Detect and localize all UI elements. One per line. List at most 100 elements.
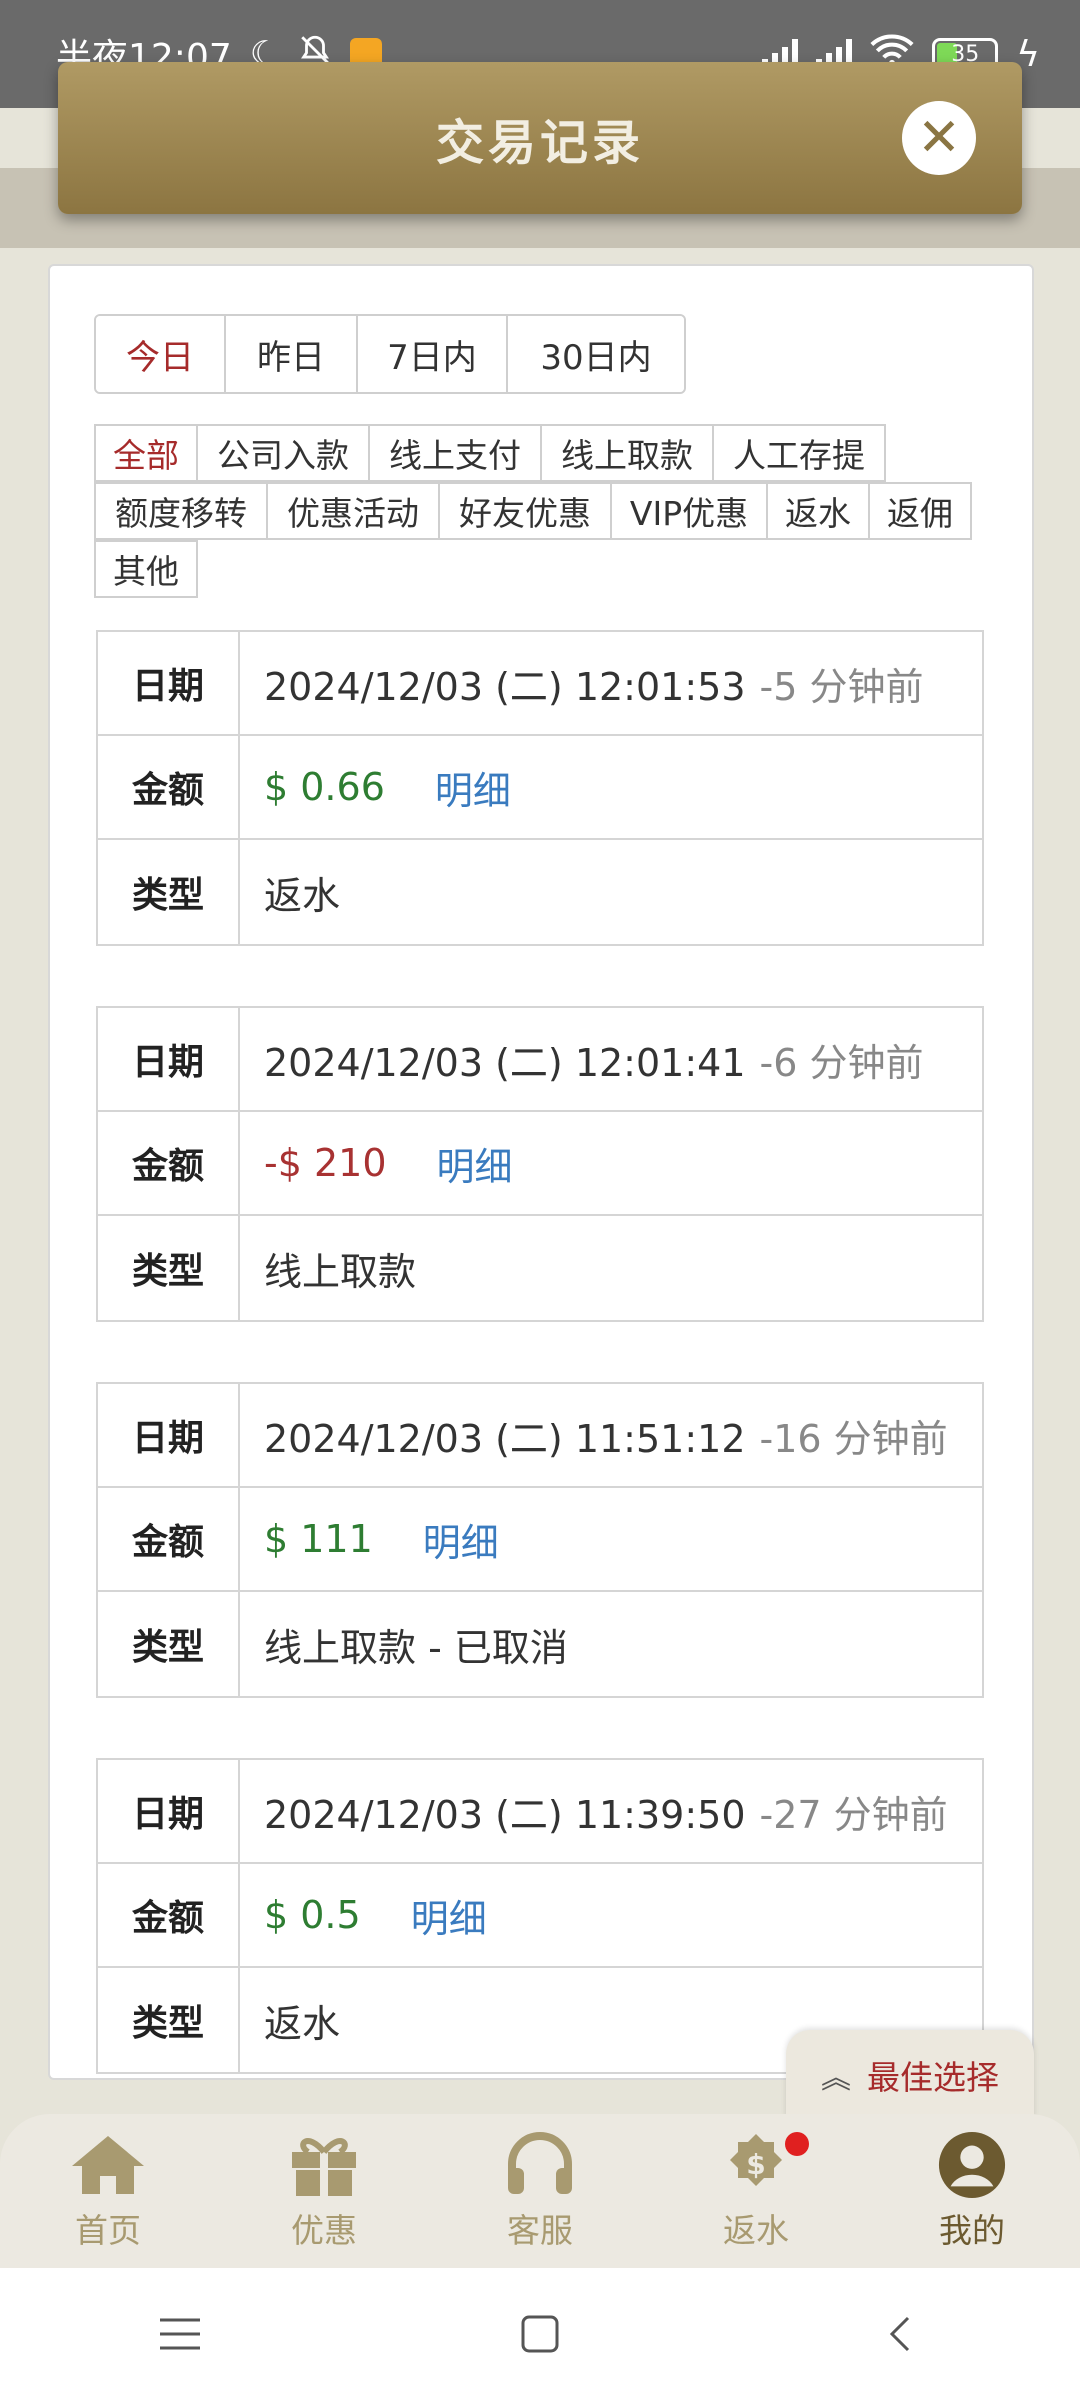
type-label: 类型 (98, 1592, 240, 1696)
rebate-icon: $ (716, 2130, 796, 2200)
record-card: 日期 2024/12/03 (二) 11:39:50 -27 分钟前 金额 $ … (96, 1758, 984, 2074)
record-date-row: 日期 2024/12/03 (二) 11:51:12 -16 分钟前 (98, 1384, 982, 1488)
nav-promotions[interactable]: 优惠 (249, 2130, 399, 2252)
tag-manual-deposit-withdrawal[interactable]: 人工存提 (712, 424, 886, 482)
square-icon (521, 2315, 559, 2353)
date-value: 2024/12/03 (二) 11:39:50 -27 分钟前 (240, 1760, 982, 1862)
record-amount: $ 111 (264, 1517, 373, 1561)
record-ago: -16 分钟前 (759, 1416, 948, 1461)
type-label: 类型 (98, 840, 240, 944)
date-label: 日期 (98, 632, 240, 734)
tag-company-deposit[interactable]: 公司入款 (196, 424, 370, 482)
date-value: 2024/12/03 (二) 12:01:41 -6 分钟前 (240, 1008, 982, 1110)
user-icon (932, 2130, 1012, 2200)
record-ago: -27 分钟前 (759, 1792, 948, 1837)
record-card: 日期 2024/12/03 (二) 12:01:53 -5 分钟前 金额 $ 0… (96, 630, 984, 946)
amount-label: 金额 (98, 1864, 240, 1966)
tag-online-payment[interactable]: 线上支付 (368, 424, 542, 482)
tab-30-days[interactable]: 30日内 (508, 316, 684, 392)
type-filter-tags: 全部 公司入款 线上支付 线上取款 人工存提 额度移转 优惠活动 好友优惠 VI… (94, 424, 994, 598)
type-label: 类型 (98, 1216, 240, 1320)
tag-friend-bonus[interactable]: 好友优惠 (438, 482, 612, 540)
record-amount-row: 金额 -$ 210 明细 (98, 1112, 982, 1216)
date-value: 2024/12/03 (二) 12:01:53 -5 分钟前 (240, 632, 982, 734)
menu-button[interactable] (140, 2304, 220, 2364)
gift-icon (284, 2130, 364, 2200)
amount-value: $ 111 明细 (240, 1488, 982, 1590)
modal-body: 今日 昨日 7日内 30日内 全部 公司入款 线上支付 线上取款 人工存提 额度… (48, 264, 1034, 2080)
record-card: 日期 2024/12/03 (二) 11:51:12 -16 分钟前 金额 $ … (96, 1382, 984, 1698)
best-choice-button[interactable]: ︽ 最佳选择 (786, 2030, 1034, 2120)
chevron-up-icon: ︽ (821, 2061, 851, 2096)
record-ago: -6 分钟前 (759, 1040, 924, 1085)
tag-vip-bonus[interactable]: VIP优惠 (610, 482, 768, 540)
detail-link[interactable]: 明细 (411, 1888, 487, 1943)
nav-home[interactable]: 首页 (33, 2130, 183, 2252)
nav-rebate[interactable]: $ 返水 (681, 2130, 831, 2252)
date-label: 日期 (98, 1760, 240, 1862)
record-date-row: 日期 2024/12/03 (二) 12:01:41 -6 分钟前 (98, 1008, 982, 1112)
best-choice-label: 最佳选择 (867, 2058, 999, 2097)
record-amount: $ 0.66 (264, 765, 385, 809)
tag-online-withdrawal[interactable]: 线上取款 (540, 424, 714, 482)
home-button[interactable] (500, 2304, 580, 2364)
nav-label: 我的 (939, 2211, 1005, 2250)
headset-icon (500, 2130, 580, 2200)
close-icon: ✕ (917, 108, 961, 168)
home-icon (68, 2130, 148, 2200)
tag-row: 额度移转 优惠活动 好友优惠 VIP优惠 返水 返佣 (94, 482, 994, 540)
record-type: 线上取款 (264, 1249, 417, 1294)
record-amount-row: 金额 $ 0.66 明细 (98, 736, 982, 840)
tag-credit-transfer[interactable]: 额度移转 (94, 482, 268, 540)
amount-label: 金额 (98, 1112, 240, 1214)
bottom-nav: 首页 优惠 客服 $ 返水 我的 (0, 2114, 1080, 2268)
record-amount: -$ 210 (264, 1141, 387, 1185)
system-nav-bar (0, 2268, 1080, 2400)
nav-profile[interactable]: 我的 (897, 2130, 1047, 2252)
date-filter-tabs: 今日 昨日 7日内 30日内 (94, 314, 686, 394)
tag-commission[interactable]: 返佣 (868, 482, 972, 540)
record-type: 线上取款 - 已取消 (264, 1625, 568, 1670)
date-label: 日期 (98, 1008, 240, 1110)
amount-value: $ 0.5 明细 (240, 1864, 982, 1966)
record-date: 2024/12/03 (二) 12:01:41 (264, 1040, 746, 1085)
record-type-row: 类型 线上取款 (98, 1216, 982, 1320)
date-label: 日期 (98, 1384, 240, 1486)
modal-title: 交易记录 (435, 115, 644, 171)
tag-promotion[interactable]: 优惠活动 (266, 482, 440, 540)
nav-support[interactable]: 客服 (465, 2130, 615, 2252)
type-label: 类型 (98, 1968, 240, 2072)
tag-all[interactable]: 全部 (94, 424, 198, 482)
detail-link[interactable]: 明细 (437, 1136, 513, 1191)
record-card: 日期 2024/12/03 (二) 12:01:41 -6 分钟前 金额 -$ … (96, 1006, 984, 1322)
record-type-row: 类型 返水 (98, 840, 982, 944)
nav-label: 优惠 (291, 2211, 357, 2250)
record-date-row: 日期 2024/12/03 (二) 12:01:53 -5 分钟前 (98, 632, 982, 736)
menu-icon (160, 2318, 200, 2350)
record-amount-row: 金额 $ 111 明细 (98, 1488, 982, 1592)
record-type: 返水 (264, 873, 341, 918)
nav-label: 首页 (75, 2211, 141, 2250)
record-date: 2024/12/03 (二) 12:01:53 (264, 664, 746, 709)
detail-link[interactable]: 明细 (435, 760, 511, 815)
record-ago: -5 分钟前 (759, 664, 924, 709)
tab-today[interactable]: 今日 (96, 316, 226, 392)
back-button[interactable] (860, 2304, 940, 2364)
amount-label: 金额 (98, 1488, 240, 1590)
notification-badge (785, 2132, 809, 2156)
close-button[interactable]: ✕ (902, 101, 976, 175)
record-date: 2024/12/03 (二) 11:51:12 (264, 1416, 746, 1461)
detail-link[interactable]: 明细 (423, 1512, 499, 1567)
tab-7-days[interactable]: 7日内 (358, 316, 508, 392)
amount-label: 金额 (98, 736, 240, 838)
modal-header: 交易记录 ✕ (58, 62, 1022, 214)
record-date: 2024/12/03 (二) 11:39:50 (264, 1792, 746, 1837)
record-type-row: 类型 线上取款 - 已取消 (98, 1592, 982, 1696)
nav-label: 客服 (507, 2211, 573, 2250)
record-amount: $ 0.5 (264, 1893, 361, 1937)
record-amount-row: 金额 $ 0.5 明细 (98, 1864, 982, 1968)
tab-yesterday[interactable]: 昨日 (226, 316, 358, 392)
tag-other[interactable]: 其他 (94, 540, 198, 598)
tag-rebate[interactable]: 返水 (766, 482, 870, 540)
amount-value: $ 0.66 明细 (240, 736, 982, 838)
